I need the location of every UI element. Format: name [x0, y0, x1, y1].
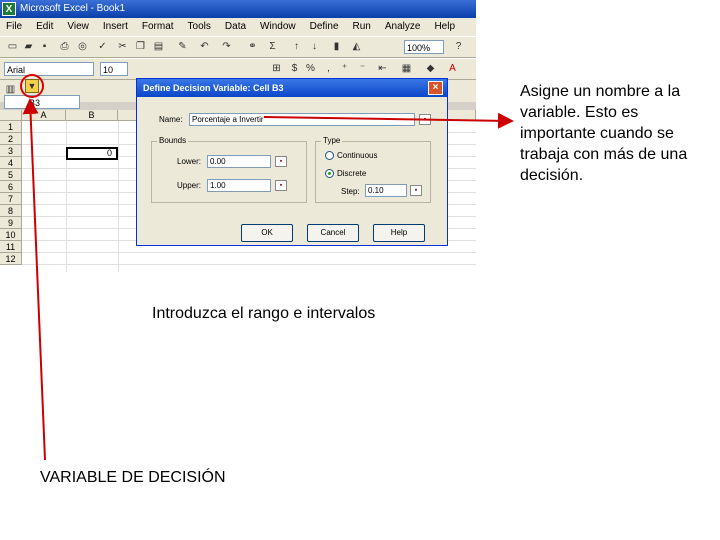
decision-variable-note: VARIABLE DE DECISIÓN: [40, 469, 226, 486]
arrow-to-toolbar-button: [22, 98, 46, 461]
range-interval-note: Introduzca el rango e intervalos: [152, 305, 376, 322]
name-variable-note: Asigne un nombre a la variable. Esto es …: [520, 83, 688, 184]
arrow-to-name-note: [263, 112, 514, 129]
